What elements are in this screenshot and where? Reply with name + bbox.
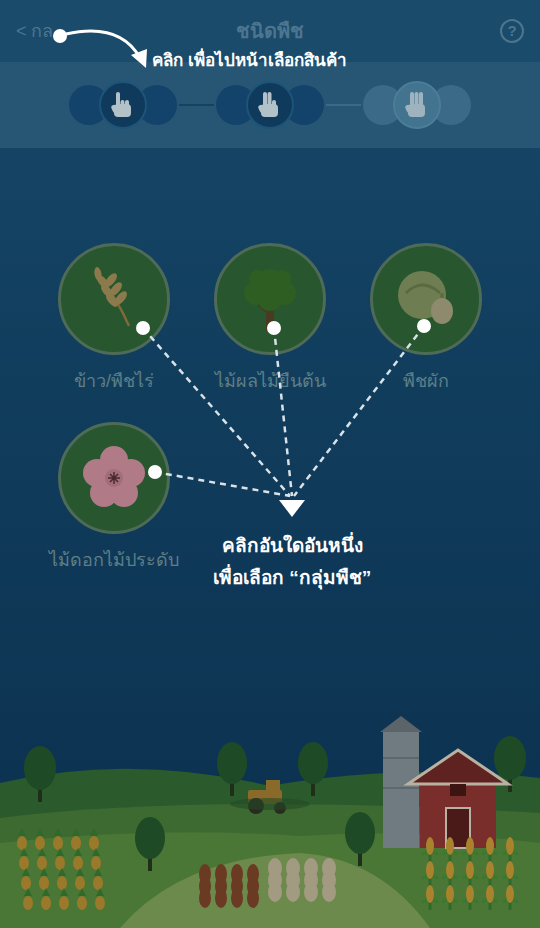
step-indicator <box>67 81 179 129</box>
back-hint: คลิก เพื่อไปหน้าเลือกสินค้า <box>152 49 347 73</box>
flower-icon[interactable] <box>58 422 170 534</box>
back-label: กล <box>31 19 53 43</box>
help-icon[interactable]: ? <box>500 19 524 43</box>
category-item[interactable]: พืชผัก <box>348 243 504 393</box>
step-bar <box>0 62 540 148</box>
page-title: ชนิดพืช <box>0 17 540 45</box>
step-connector <box>179 104 214 106</box>
hint-line: เพื่อเลือก “กลุ่มพืช” <box>213 562 371 594</box>
step-connector <box>326 104 361 106</box>
tree-icon[interactable] <box>214 243 326 355</box>
category-item[interactable]: ข้าว/พืชไร่ <box>36 243 192 393</box>
hand-icon <box>393 81 441 129</box>
category-item[interactable]: ไม้ดอกไม้ประดับ <box>36 422 192 572</box>
category-item[interactable]: ไม้ผลไม้ยืนต้น <box>192 243 348 393</box>
screen: <กลชนิดพืช? ข้าว/พืชไร่ ไม้ผลไม้ยืนต้น พืชผ… <box>0 0 540 928</box>
rice-icon[interactable] <box>58 243 170 355</box>
back-icon: < <box>16 19 27 43</box>
hint-line: คลิกอันใดอันหนึ่ง <box>222 530 363 562</box>
step-indicator <box>214 81 326 129</box>
hand-icon <box>246 81 294 129</box>
category-label[interactable]: พืชผัก <box>403 369 449 393</box>
category-grid: ข้าว/พืชไร่ ไม้ผลไม้ยืนต้น พืชผักไม้ดอกไม้… <box>0 243 540 572</box>
category-label[interactable]: ไม้ดอกไม้ประดับ <box>49 548 179 572</box>
category-hint: คลิกอันใดอันหนึ่งเพื่อเลือก “กลุ่มพืช” <box>122 530 462 594</box>
category-label[interactable]: ไม้ผลไม้ยืนต้น <box>215 369 326 393</box>
farm-illustration <box>0 708 540 928</box>
vegetable-icon[interactable] <box>370 243 482 355</box>
tutorial-overlay <box>0 0 540 928</box>
hand-icon <box>99 81 147 129</box>
back-button[interactable]: <กล <box>16 19 53 43</box>
category-label[interactable]: ข้าว/พืชไร่ <box>74 369 154 393</box>
step-indicator <box>361 81 473 129</box>
